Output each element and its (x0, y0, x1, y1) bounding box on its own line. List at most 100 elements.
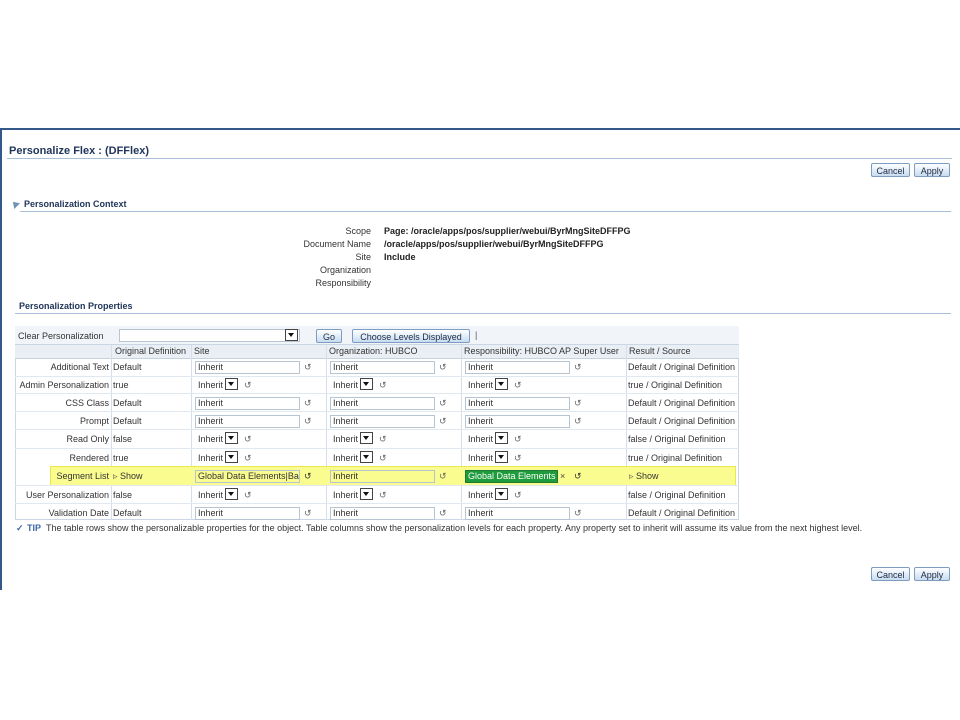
row-divider (15, 485, 739, 486)
org-select-user-personalization[interactable]: Inherit (333, 490, 358, 500)
undo-icon[interactable]: ↺ (304, 362, 312, 373)
dropdown-arrow-icon[interactable] (360, 488, 373, 500)
undo-icon[interactable]: ↺ (304, 471, 312, 482)
clear-personalization-select[interactable] (119, 329, 300, 342)
site-select-admin-personalization[interactable]: Inherit (198, 380, 223, 390)
undo-icon[interactable]: ↺ (574, 362, 582, 373)
resp-input-validation-date[interactable]: Inherit (465, 507, 570, 520)
undo-icon[interactable]: ↺ (379, 453, 387, 464)
undo-icon[interactable]: ↺ (439, 471, 447, 482)
col-header-responsibility: Responsibility: HUBCO AP Super User (464, 346, 619, 356)
tip-text: The table rows show the personalizable p… (46, 523, 863, 533)
result-segment-list[interactable]: Show (636, 471, 659, 481)
dropdown-arrow-icon[interactable] (495, 432, 508, 444)
undo-icon[interactable]: ↺ (379, 380, 387, 391)
dropdown-arrow-icon[interactable] (360, 451, 373, 463)
undo-icon[interactable]: ↺ (514, 490, 522, 501)
result-user-personalization: false / Original Definition (628, 490, 726, 500)
properties-divider (15, 313, 951, 314)
dropdown-arrow-icon[interactable] (225, 488, 238, 500)
undo-icon[interactable]: ↺ (439, 416, 447, 427)
undo-icon[interactable]: ↺ (379, 490, 387, 501)
apply-button-bottom[interactable]: Apply (914, 567, 950, 581)
resp-select-rendered[interactable]: Inherit (468, 453, 493, 463)
undo-icon[interactable]: ↺ (574, 398, 582, 409)
toolbar-separator: | (475, 330, 478, 340)
choose-levels-button[interactable]: Choose Levels Displayed (352, 329, 470, 343)
cancel-button-top[interactable]: Cancel (871, 163, 910, 177)
undo-icon[interactable]: ↺ (244, 434, 252, 445)
undo-icon[interactable]: ↺ (514, 453, 522, 464)
row-label-additional-text: Additional Text (50, 362, 109, 372)
context-label-responsibility: Responsibility (315, 278, 371, 288)
undo-icon[interactable]: ↺ (574, 471, 582, 482)
org-input-prompt[interactable]: Inherit (330, 415, 435, 428)
undo-icon[interactable]: ↺ (304, 398, 312, 409)
site-input-validation-date[interactable]: Inherit (195, 507, 300, 520)
site-select-rendered[interactable]: Inherit (198, 453, 223, 463)
apply-button-top[interactable]: Apply (914, 163, 950, 177)
undo-icon[interactable]: ↺ (514, 434, 522, 445)
site-input-additional-text[interactable]: Inherit (195, 361, 300, 374)
undo-icon[interactable]: ↺ (304, 508, 312, 519)
dropdown-arrow-icon[interactable] (225, 378, 238, 390)
undo-icon[interactable]: ↺ (244, 380, 252, 391)
dropdown-arrow-icon[interactable] (495, 451, 508, 463)
org-input-additional-text[interactable]: Inherit (330, 361, 435, 374)
expand-arrow-icon[interactable]: ▹ (629, 471, 634, 482)
org-select-rendered[interactable]: Inherit (333, 453, 358, 463)
org-input-validation-date[interactable]: Inherit (330, 507, 435, 520)
undo-icon[interactable]: ↺ (574, 508, 582, 519)
clear-personalization-dropdown-icon[interactable] (285, 329, 298, 341)
dropdown-arrow-icon[interactable] (225, 432, 238, 444)
col-header-original: Original Definition (115, 346, 187, 356)
resp-select-admin-personalization[interactable]: Inherit (468, 380, 493, 390)
col-separator (191, 345, 192, 520)
row-divider (15, 376, 739, 377)
undo-icon[interactable]: ↺ (514, 380, 522, 391)
resp-select-read-only[interactable]: Inherit (468, 434, 493, 444)
expand-arrow-icon[interactable]: ▹ (113, 471, 118, 482)
org-input-segment-list[interactable]: Inherit (330, 470, 435, 483)
undo-icon[interactable]: ↺ (574, 416, 582, 427)
resp-input-css-class[interactable]: Inherit (465, 397, 570, 410)
resp-input-additional-text[interactable]: Inherit (465, 361, 570, 374)
dropdown-arrow-icon[interactable] (495, 378, 508, 390)
undo-icon[interactable]: ↺ (439, 508, 447, 519)
page-title: Personalize Flex : (DFFlex) (9, 145, 149, 157)
site-input-prompt[interactable]: Inherit (195, 415, 300, 428)
undo-icon[interactable]: ↺ (439, 362, 447, 373)
resp-input-prompt[interactable]: Inherit (465, 415, 570, 428)
col-header-site: Site (194, 346, 210, 356)
original-segment-list[interactable]: Show (120, 471, 143, 481)
clear-personalization-label: Clear Personalization (18, 331, 104, 341)
undo-icon[interactable]: ↺ (244, 453, 252, 464)
dropdown-arrow-icon[interactable] (360, 378, 373, 390)
site-select-user-personalization[interactable]: Inherit (198, 490, 223, 500)
dropdown-arrow-icon[interactable] (225, 451, 238, 463)
original-rendered: true (113, 453, 129, 463)
resp-input-segment-list[interactable]: Global Data Elements (465, 470, 558, 483)
dropdown-arrow-icon[interactable] (360, 432, 373, 444)
go-button[interactable]: Go (316, 329, 342, 343)
cancel-button-bottom[interactable]: Cancel (871, 567, 910, 581)
result-css-class: Default / Original Definition (628, 398, 736, 408)
context-divider (20, 211, 951, 212)
org-input-css-class[interactable]: Inherit (330, 397, 435, 410)
site-input-css-class[interactable]: Inherit (195, 397, 300, 410)
result-read-only: false / Original Definition (628, 434, 726, 444)
dropdown-arrow-icon[interactable] (495, 488, 508, 500)
context-label-scope: Scope (345, 226, 371, 236)
undo-icon[interactable]: ↺ (379, 434, 387, 445)
resp-select-user-personalization[interactable]: Inherit (468, 490, 493, 500)
site-input-segment-list[interactable]: Global Data Elements|Ba (195, 470, 300, 483)
row-label-admin-personalization: Admin Personalization (19, 380, 109, 390)
row-label-prompt: Prompt (79, 416, 109, 426)
org-select-admin-personalization[interactable]: Inherit (333, 380, 358, 390)
site-select-read-only[interactable]: Inherit (198, 434, 223, 444)
undo-icon[interactable]: ↺ (304, 416, 312, 427)
org-select-read-only[interactable]: Inherit (333, 434, 358, 444)
undo-icon[interactable]: ↺ (439, 398, 447, 409)
undo-icon[interactable]: ↺ (244, 490, 252, 501)
clear-x-icon[interactable]: × (560, 471, 565, 481)
